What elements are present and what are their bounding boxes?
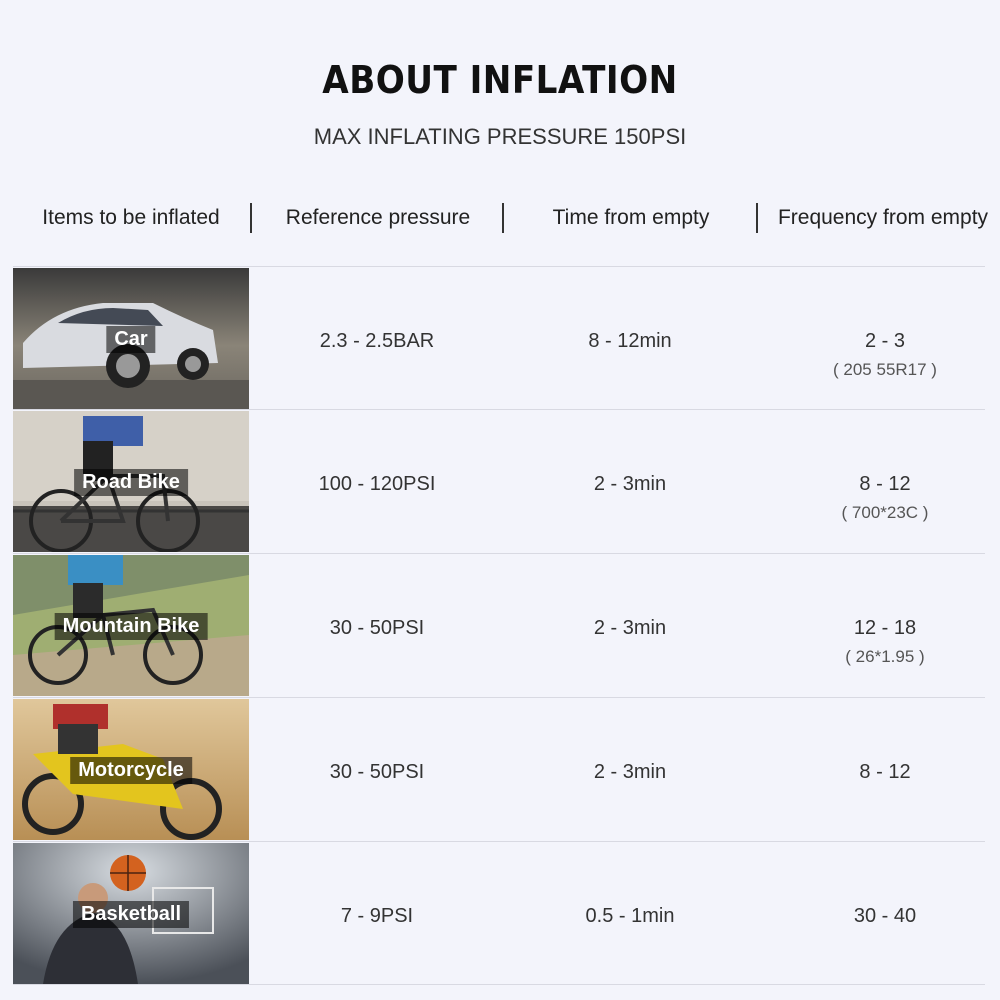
header-separator — [250, 203, 252, 233]
table-header: Items to be inflated Reference pressure … — [0, 200, 1000, 240]
page-title: ABOUT INFLATION — [322, 58, 678, 102]
frequency-cell: 8 - 12 ( 700*23C ) — [770, 473, 1000, 523]
frequency-value: 12 - 18 — [853, 617, 917, 639]
header-frequency: Frequency from empty — [777, 206, 989, 229]
tire-size-note: ( 700*23C ) — [841, 503, 929, 522]
motorcycle-photo: Motorcycle — [13, 699, 249, 840]
page-subtitle: MAX INFLATING PRESSURE 150PSI — [313, 124, 687, 149]
frequency-cell: 12 - 18 ( 26*1.95 ) — [770, 617, 1000, 667]
table-row: Mountain Bike 30 - 50PSI 2 - 3min 12 - 1… — [13, 553, 985, 696]
time-cell: 0.5 - 1min — [585, 905, 675, 927]
pressure-cell: 7 - 9PSI — [340, 905, 414, 927]
tire-size-note: ( 205 55R17 ) — [833, 360, 937, 379]
tire-size-note: ( 26*1.95 ) — [845, 647, 925, 666]
header-items: Items to be inflated — [42, 206, 220, 229]
header-separator — [756, 203, 758, 233]
mountain-bike-photo: Mountain Bike — [13, 555, 249, 696]
table-row: Motorcycle 30 - 50PSI 2 - 3min 8 - 12 — [13, 697, 985, 840]
frequency-cell: 8 - 12 — [770, 761, 1000, 784]
frequency-value: 2 - 3 — [864, 330, 906, 352]
pressure-cell: 30 - 50PSI — [329, 617, 425, 639]
pressure-cell: 100 - 120PSI — [318, 473, 436, 495]
item-label: Mountain Bike — [54, 613, 208, 640]
header-time: Time from empty — [552, 206, 710, 229]
car-photo: Car — [13, 268, 249, 409]
item-label: Basketball — [72, 901, 190, 928]
item-label: Road Bike — [74, 469, 188, 496]
frequency-value: 8 - 12 — [859, 473, 911, 495]
table-row: Road Bike 100 - 120PSI 2 - 3min 8 - 12 (… — [13, 409, 985, 552]
item-label: Car — [106, 326, 156, 353]
time-cell: 2 - 3min — [593, 617, 667, 639]
frequency-value: 8 - 12 — [859, 761, 911, 783]
frequency-value: 30 - 40 — [853, 905, 917, 927]
item-label: Motorcycle — [70, 757, 192, 784]
time-cell: 2 - 3min — [593, 473, 667, 495]
road-bike-photo: Road Bike — [13, 411, 249, 552]
basketball-photo: Basketball — [13, 843, 249, 984]
frequency-cell: 30 - 40 — [770, 905, 1000, 928]
time-cell: 2 - 3min — [593, 761, 667, 783]
header-separator — [502, 203, 504, 233]
header-pressure: Reference pressure — [285, 206, 471, 229]
frequency-cell: 2 - 3 ( 205 55R17 ) — [770, 330, 1000, 380]
table-row: Car 2.3 - 2.5BAR 8 - 12min 2 - 3 ( 205 5… — [13, 266, 985, 409]
table-row: Basketball 7 - 9PSI 0.5 - 1min 30 - 40 — [13, 841, 985, 985]
pressure-cell: 30 - 50PSI — [329, 761, 425, 783]
time-cell: 8 - 12min — [588, 330, 672, 352]
pressure-cell: 2.3 - 2.5BAR — [319, 330, 435, 352]
